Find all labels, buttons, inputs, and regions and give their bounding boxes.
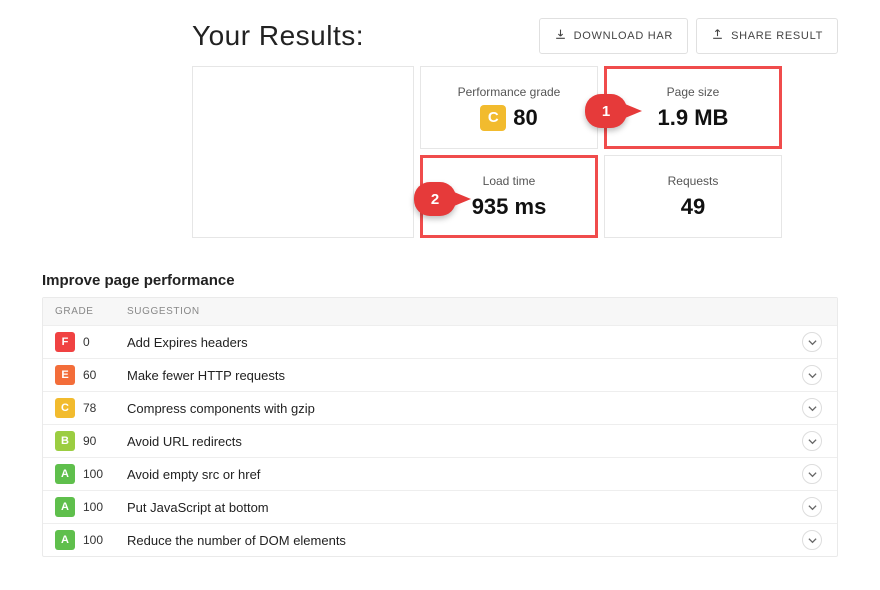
chevron-down-icon [808, 470, 817, 479]
expand-button[interactable] [802, 332, 822, 352]
grade-score: 60 [83, 368, 96, 382]
suggestion-text: Make fewer HTTP requests [127, 368, 799, 383]
metric-label: Load time [483, 174, 536, 188]
suggestion-text: Reduce the number of DOM elements [127, 533, 799, 548]
chevron-down-icon [808, 404, 817, 413]
grade-badge: E [55, 365, 75, 385]
table-row[interactable]: A 100 Avoid empty src or href [43, 458, 837, 491]
suggestion-text: Add Expires headers [127, 335, 799, 350]
grade-badge: A [55, 497, 75, 517]
grade-score: 90 [83, 434, 96, 448]
table-row[interactable]: A 100 Put JavaScript at bottom [43, 491, 837, 524]
metric-value: 935 ms [472, 194, 547, 220]
metric-value: 49 [681, 194, 705, 220]
suggestion-text: Put JavaScript at bottom [127, 500, 799, 515]
col-header-grade: GRADE [55, 306, 127, 317]
page-title: Your Results: [192, 20, 531, 52]
grade-badge: A [55, 464, 75, 484]
metric-value: 1.9 MB [658, 105, 729, 131]
table-row[interactable]: A 100 Reduce the number of DOM elements [43, 524, 837, 556]
suggestion-text: Avoid URL redirects [127, 434, 799, 449]
expand-button[interactable] [802, 464, 822, 484]
grade-score: 100 [83, 467, 103, 481]
grade-badge: C [480, 105, 506, 131]
chevron-down-icon [808, 371, 817, 380]
grade-score: 100 [83, 500, 103, 514]
expand-button[interactable] [802, 365, 822, 385]
metric-performance-grade: Performance grade C 80 [420, 66, 598, 149]
page-preview [192, 66, 414, 238]
share-result-button[interactable]: SHARE RESULT [696, 18, 838, 54]
suggestion-text: Avoid empty src or href [127, 467, 799, 482]
chevron-down-icon [808, 437, 817, 446]
section-title: Improve page performance [42, 272, 838, 289]
metric-label: Performance grade [458, 85, 561, 99]
grade-score: 78 [83, 401, 96, 415]
annotation-callout-1: 1 [585, 94, 627, 128]
col-header-suggestion: SUGGESTION [127, 306, 825, 317]
share-result-label: SHARE RESULT [731, 30, 823, 42]
expand-button[interactable] [802, 530, 822, 550]
suggestion-text: Compress components with gzip [127, 401, 799, 416]
expand-button[interactable] [802, 398, 822, 418]
chevron-down-icon [808, 503, 817, 512]
suggestions-table: GRADE SUGGESTION F0 Add Expires headers E6… [42, 297, 838, 557]
expand-button[interactable] [802, 497, 822, 517]
metric-label: Requests [668, 174, 719, 188]
grade-badge: A [55, 530, 75, 550]
metric-label: Page size [667, 85, 720, 99]
expand-button[interactable] [802, 431, 822, 451]
table-header: GRADE SUGGESTION [43, 298, 837, 326]
share-icon [711, 28, 724, 44]
table-row[interactable]: B 90 Avoid URL redirects [43, 425, 837, 458]
grade-badge: C [55, 398, 75, 418]
metric-requests: Requests 49 [604, 155, 782, 238]
annotation-callout-2: 2 [414, 182, 456, 216]
metric-value: 80 [513, 105, 537, 131]
download-har-label: DOWNLOAD HAR [574, 30, 673, 42]
table-row[interactable]: C 78 Compress components with gzip [43, 392, 837, 425]
chevron-down-icon [808, 536, 817, 545]
grade-score: 100 [83, 533, 103, 547]
download-icon [554, 28, 567, 44]
chevron-down-icon [808, 338, 817, 347]
grade-score: 0 [83, 335, 90, 349]
table-row[interactable]: E 60 Make fewer HTTP requests [43, 359, 837, 392]
table-row[interactable]: F0 Add Expires headers [43, 326, 837, 359]
download-har-button[interactable]: DOWNLOAD HAR [539, 18, 688, 54]
grade-badge: B [55, 431, 75, 451]
grade-badge: F [55, 332, 75, 352]
